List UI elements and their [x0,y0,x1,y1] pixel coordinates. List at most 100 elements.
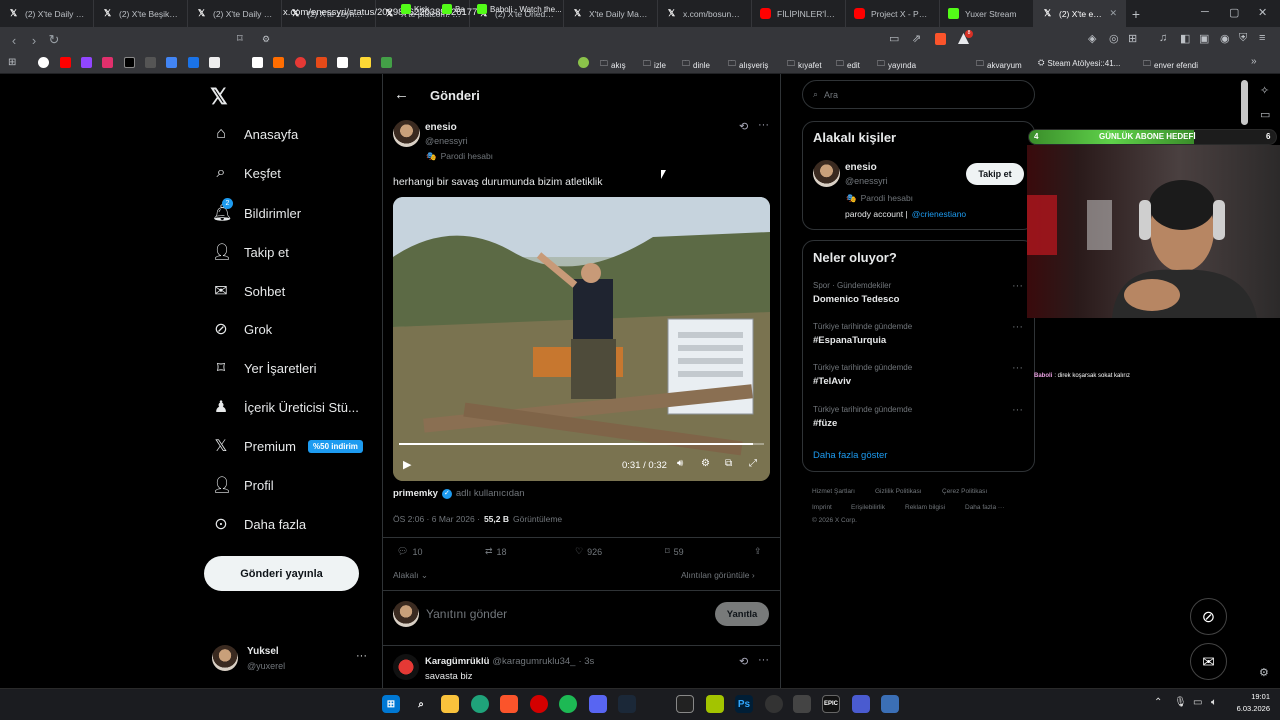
vpn-icon[interactable]: ⛨ [1239,32,1247,45]
author-handle[interactable]: @enessyri [425,136,468,146]
clock-time[interactable]: 19:01 [1236,692,1270,701]
trend-item[interactable]: Türkiye tarihinde gündemde #füze [813,405,912,429]
bookmark-icon[interactable] [273,57,284,68]
messages-float-button[interactable]: ✉ [1190,643,1227,680]
sidebar-icon[interactable]: ◧ [1180,32,1190,45]
side-panel-icon[interactable]: ✧ [1260,84,1269,97]
back-arrow-icon[interactable]: ← [394,86,409,103]
wallet-icon[interactable]: ▣ [1199,32,1209,45]
pip-icon[interactable]: ⧉ [725,458,732,469]
reply-more-icon[interactable]: ··· [758,654,769,666]
author-avatar[interactable] [393,120,420,147]
video-progress-track[interactable] [399,443,764,445]
grok-float-button[interactable]: ⊘ [1190,598,1227,635]
sidebar-item-i-erik-reticisi-st[interactable]: ♟ İçerik Üreticisi Stü... [212,397,359,417]
profile-icon[interactable]: ◉ [1220,32,1230,45]
extension-icon[interactable]: ◎ [1109,32,1119,45]
bookmark-baboli[interactable]: Baboli - Watch the... [477,4,562,14]
more-bookmarks-icon[interactable]: » [1251,56,1257,67]
like-button[interactable]: ♡ 926 [575,546,602,557]
spotify-icon[interactable] [559,695,577,713]
site-info-icon[interactable]: ⚙ [262,34,270,45]
google-bookmark-icon[interactable] [38,57,49,68]
photoshop-icon[interactable]: Ps [735,695,753,713]
footer-link[interactable]: Imprint [812,504,832,511]
share-post-button[interactable]: ⇪ [754,546,762,557]
close-window-icon[interactable]: ✕ [1258,6,1267,19]
sidebar-item-bildirimler[interactable]: 🔔︎ 2 Bildirimler [212,198,301,223]
reload-icon[interactable]: ↻ [44,32,64,48]
grok-explain-icon[interactable]: ⟲ [739,655,748,668]
bookmark-folder[interactable]: 🗀︎ edit [836,58,860,72]
minimize-icon[interactable]: ─ [1201,6,1209,18]
footer-link[interactable]: Gizlilik Politikası [875,488,922,495]
sidebar-item-profil[interactable]: 👤︎ Profil [212,475,274,495]
bookmark-ba[interactable]: Ba [442,4,465,14]
browser-tab[interactable]: Project X - Pursu [846,0,940,27]
trend-item[interactable]: Türkiye tarihinde gündemde #EspanaTurquia [813,322,912,346]
browser-tab[interactable]: FİLİPİNLER'İN ŞAŞ [752,0,846,27]
related-avatar[interactable] [813,160,840,187]
trend-more-icon[interactable]: ··· [1012,404,1023,416]
brave-icon[interactable] [500,695,518,713]
extension-icon[interactable]: ⊞ [1128,32,1137,45]
sidebar-item-daha-fazla[interactable]: ⊙ Daha fazla [212,514,306,534]
account-avatar[interactable] [212,645,238,671]
bookmark-folder[interactable]: ⛭ Steam Atölyesi::41... [1038,58,1120,68]
reply-submit-button[interactable]: Yanıtla [715,602,769,626]
browser-tab[interactable]: 𝕏x.com/bosunatik [658,0,752,27]
sidebar-item-takip-et[interactable]: 👤︎ Takip et [212,242,289,262]
menu-icon[interactable]: ≡ [1259,32,1265,44]
speaker-icon[interactable]: 🔈︎ [1211,697,1217,708]
post-button[interactable]: Gönderi yayınla [204,556,359,591]
trend-more-icon[interactable]: ··· [1012,280,1023,292]
sidebar-item-sohbet[interactable]: ✉ Sohbet [212,281,285,301]
app-icon[interactable] [881,695,899,713]
bookmark-button[interactable]: ⌑ 59 [665,546,684,557]
reply-author[interactable]: Karagümrüklü [425,656,489,667]
bookmark-icon[interactable] [295,57,306,68]
bookmark-icon[interactable] [360,57,371,68]
epic-games-icon[interactable]: EPIC [822,695,840,713]
bookmark-folder[interactable]: 🗀︎ yayında [877,58,916,72]
quotes-link[interactable]: Alıntılan görüntüle › [681,570,755,580]
sidebar-item-yer-i-aretleri[interactable]: ⌑ Yer İşaretleri [212,358,317,378]
account-more-icon[interactable]: ··· [356,650,367,662]
settings-icon[interactable]: ⚙ [701,458,710,469]
browser-tab[interactable]: 𝕏 (2) X'te Daily Mag [0,0,94,27]
sidebar-item-grok[interactable]: ⊘ Grok [212,319,272,339]
post-more-icon[interactable]: ··· [758,119,769,131]
app-icon[interactable] [793,695,811,713]
post-video[interactable]: ▶ 0:31 / 0:32 🔊︎ ⚙ ⧉ ⤢ [393,197,770,481]
bookmark-folder[interactable]: 🗀︎ kıyafet [787,58,822,72]
trend-item[interactable]: Spor · Gündemdekiler Domenico Tedesco [813,281,899,305]
volume-icon[interactable]: 🔊︎ [677,458,683,469]
app-icon[interactable] [676,695,694,713]
source-user[interactable]: primemky [393,488,438,499]
edge-icon[interactable] [471,695,489,713]
sidebar-item-ke-fet[interactable]: ⌕ Keşfet [212,164,281,182]
media-icon[interactable]: ♫ [1159,32,1167,44]
side-panel-icon[interactable]: ▭ [1260,108,1270,121]
sidebar-item-anasayfa[interactable]: ⌂ Anasayfa [212,125,298,143]
bookmark-kick[interactable]: Kick [401,4,429,14]
browser-tab[interactable]: 𝕏 X'te Daily Magazi [564,0,658,27]
app-icon[interactable] [852,695,870,713]
sort-dropdown[interactable]: Alakalı ⌄ [393,570,428,581]
tray-chevron-icon[interactable]: ⌃ [1154,697,1162,708]
sidebar-item-premium[interactable]: 𝕏 Premium %50 indirim [212,436,363,456]
bookmark-folder[interactable]: 🗀︎ akvaryum [976,58,1022,72]
author-name[interactable]: enesio [425,122,457,133]
bookmark-folder[interactable]: 🗀︎ enver efendi [1143,58,1198,72]
instagram-bookmark-icon[interactable] [102,57,113,68]
forward-icon[interactable]: › [24,33,44,48]
steam-icon[interactable] [618,695,636,713]
network-icon[interactable]: ▭ [1193,697,1202,708]
back-icon[interactable]: ‹ [4,33,24,48]
bookmark-icon[interactable] [316,57,327,68]
trend-item[interactable]: Türkiye tarihinde gündemde #TelAviv [813,363,912,387]
maximize-icon[interactable]: ▢ [1229,6,1239,19]
show-more-link[interactable]: Daha fazla göster [813,450,887,461]
follow-button[interactable]: Takip et [966,163,1024,185]
bookmark-folder[interactable]: 🗀︎ dinle [682,58,710,72]
